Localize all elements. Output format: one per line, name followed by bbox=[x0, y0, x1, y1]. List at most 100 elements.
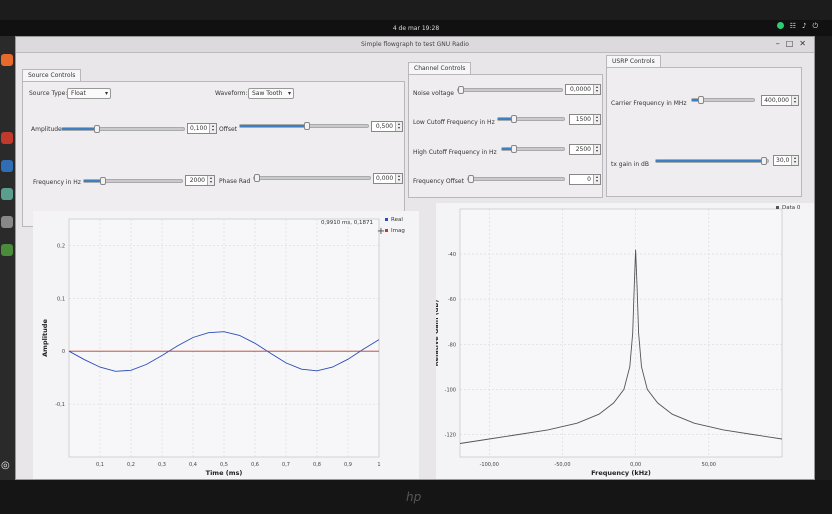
source-type-select[interactable]: Float ▾ bbox=[67, 88, 111, 99]
y-tick-label: 0,1 bbox=[57, 296, 65, 302]
amplitude-slider[interactable] bbox=[61, 125, 185, 133]
freq-plot-svg[interactable]: -100,00 -50,00 0,00 50,00 -40 -60 -80 -100 -120 F… bbox=[432, 203, 814, 479]
window-title: Simple flowgraph to test GNU Radio bbox=[361, 41, 469, 48]
frequency-offset-value: 0 bbox=[587, 176, 591, 183]
close-icon[interactable]: ✕ bbox=[799, 39, 806, 48]
y-tick-label: -120 bbox=[445, 432, 456, 438]
phase-spinbox[interactable]: 0,000 ▴ ▾ bbox=[373, 173, 403, 184]
offset-slider[interactable] bbox=[239, 122, 369, 130]
x-tick-label: 0,5 bbox=[220, 462, 228, 468]
legend-label: Real bbox=[391, 217, 403, 223]
app-icon[interactable] bbox=[1, 132, 13, 144]
time-sink-plot[interactable]: 0,1 0,2 0,3 0,4 0,5 0,6 0,7 0,8 0,9 1 0,2 0,1 0 -0,1 T… bbox=[33, 211, 419, 479]
volume-icon[interactable]: ♪ bbox=[802, 22, 806, 31]
system-tray[interactable]: ☷ ♪ ⏻ bbox=[776, 22, 818, 31]
x-tick-label: 0,6 bbox=[251, 462, 259, 468]
frequency-slider[interactable] bbox=[83, 177, 183, 185]
phase-slider[interactable] bbox=[253, 174, 371, 182]
plot-area bbox=[459, 208, 783, 458]
x-tick-label: -50,00 bbox=[554, 462, 570, 468]
carrier-frequency-spinbox[interactable]: 400,000 ▴ ▾ bbox=[761, 95, 799, 106]
carrier-frequency-label: Carrier Frequency in MHz bbox=[611, 100, 687, 107]
legend-swatch bbox=[776, 206, 779, 209]
y-tick-label: -100 bbox=[445, 387, 456, 393]
x-axis-label: Time (ms) bbox=[206, 469, 243, 477]
phase-label: Phase Rad bbox=[219, 178, 251, 185]
y-tick-label: -60 bbox=[448, 297, 456, 303]
legend-swatch bbox=[385, 218, 388, 221]
high-cutoff-value: 2500 bbox=[575, 146, 591, 153]
dock: ◎ bbox=[0, 36, 15, 480]
plot-area bbox=[68, 218, 380, 458]
chevron-down-icon: ▾ bbox=[287, 90, 291, 97]
minimize-icon[interactable]: – bbox=[776, 39, 780, 48]
noise-voltage-slider[interactable] bbox=[457, 86, 563, 94]
offset-label: Offset bbox=[219, 126, 238, 133]
clock[interactable]: 4 de mar 19:28 bbox=[393, 25, 439, 32]
frequency-offset-slider[interactable] bbox=[467, 175, 565, 183]
hp-logo: hp bbox=[406, 490, 422, 504]
network-icon[interactable]: ☷ bbox=[790, 22, 796, 31]
x-tick-label: 0,9 bbox=[344, 462, 352, 468]
frequency-spinbox[interactable]: 2000 ▴ ▾ bbox=[185, 175, 215, 186]
source-controls-panel: Source Type: Float ▾ Waveform: Saw Tooth ▾… bbox=[22, 81, 405, 227]
x-tick-label: 0,00 bbox=[630, 462, 641, 468]
amplitude-spinbox[interactable]: 0,100 ▴ ▾ bbox=[187, 123, 217, 134]
y-axis-label: Amplitude bbox=[41, 319, 49, 357]
x-tick-label: 0,2 bbox=[127, 462, 135, 468]
x-tick-label: 0,1 bbox=[96, 462, 104, 468]
tab-usrp-controls[interactable]: USRP Controls bbox=[606, 55, 661, 67]
frequency-offset-spinbox[interactable]: 0 ▴ ▾ bbox=[569, 174, 601, 185]
waveform-select[interactable]: Saw Tooth ▾ bbox=[248, 88, 294, 99]
settings-icon[interactable] bbox=[1, 216, 13, 228]
monitor-bezel: hp bbox=[0, 480, 832, 514]
recycle-icon[interactable] bbox=[1, 244, 13, 256]
freq-sink-plot[interactable]: -100,00 -50,00 0,00 50,00 -40 -60 -80 -100 -120 F… bbox=[432, 203, 814, 479]
gnuradio-window: Simple flowgraph to test GNU Radio – □ ✕… bbox=[15, 36, 815, 480]
y-tick-label: -0,1 bbox=[55, 402, 65, 408]
crosshair-icon: + bbox=[377, 226, 385, 237]
x-tick-label: 50,00 bbox=[702, 462, 716, 468]
y-tick-label: 0,2 bbox=[57, 243, 65, 249]
high-cutoff-label: High Cutoff Frequency in Hz bbox=[413, 149, 497, 156]
phase-value: 0,000 bbox=[376, 175, 394, 182]
x-tick-label: 1 bbox=[377, 462, 380, 468]
tab-channel-controls[interactable]: Channel Controls bbox=[408, 62, 472, 74]
y-tick-label: -40 bbox=[448, 252, 456, 258]
tab-source-controls[interactable]: Source Controls bbox=[22, 69, 82, 81]
frequency-label: Frequency in Hz bbox=[33, 179, 81, 186]
x-axis-label: Frequency (kHz) bbox=[591, 469, 651, 477]
offset-spinbox[interactable]: 0,500 ▴ ▾ bbox=[371, 121, 403, 132]
legend-label: Imag bbox=[391, 228, 405, 234]
time-plot-svg[interactable]: 0,1 0,2 0,3 0,4 0,5 0,6 0,7 0,8 0,9 1 0,2 0,1 0 -0,1 T… bbox=[33, 211, 419, 479]
waveform-value: Saw Tooth bbox=[252, 90, 283, 97]
app-icon[interactable] bbox=[1, 188, 13, 200]
firefox-icon[interactable] bbox=[1, 54, 13, 66]
low-cutoff-value: 1500 bbox=[575, 116, 591, 123]
tx-gain-slider[interactable] bbox=[655, 157, 769, 165]
power-icon[interactable]: ⏻ bbox=[812, 22, 818, 31]
carrier-frequency-slider[interactable] bbox=[691, 96, 755, 104]
tx-gain-spinbox[interactable]: 30,0 ▴ ▾ bbox=[773, 155, 799, 166]
high-cutoff-spinbox[interactable]: 2500 ▴ ▾ bbox=[569, 144, 601, 155]
high-cutoff-slider[interactable] bbox=[501, 145, 565, 153]
noise-voltage-value: 0,0000 bbox=[570, 86, 591, 93]
source-type-value: Float bbox=[71, 90, 86, 97]
noise-voltage-label: Noise voltage bbox=[413, 90, 454, 97]
cursor-readout: 0,9910 ms, 0,1871 bbox=[321, 220, 373, 226]
legend-swatch bbox=[385, 229, 388, 232]
vscode-icon[interactable] bbox=[1, 160, 13, 172]
maximize-icon[interactable]: □ bbox=[786, 39, 794, 48]
waveform-label: Waveform: bbox=[215, 90, 248, 97]
tx-gain-label: tx gain in dB bbox=[611, 161, 649, 168]
low-cutoff-label: Low Cutoff Frequency in Hz bbox=[413, 119, 495, 126]
status-icon[interactable] bbox=[776, 22, 784, 29]
noise-voltage-spinbox[interactable]: 0,0000 ▴ ▾ bbox=[565, 84, 601, 95]
low-cutoff-spinbox[interactable]: 1500 ▴ ▾ bbox=[569, 114, 601, 125]
show-apps-icon[interactable]: ◎ bbox=[1, 460, 13, 472]
y-tick-label: -80 bbox=[448, 342, 456, 348]
y-axis-label: Relative Gain (dB) bbox=[436, 300, 440, 367]
x-tick-label: 0,4 bbox=[189, 462, 197, 468]
system-top-bar: 4 de mar 19:28 ☷ ♪ ⏻ bbox=[0, 20, 832, 36]
low-cutoff-slider[interactable] bbox=[497, 115, 565, 123]
